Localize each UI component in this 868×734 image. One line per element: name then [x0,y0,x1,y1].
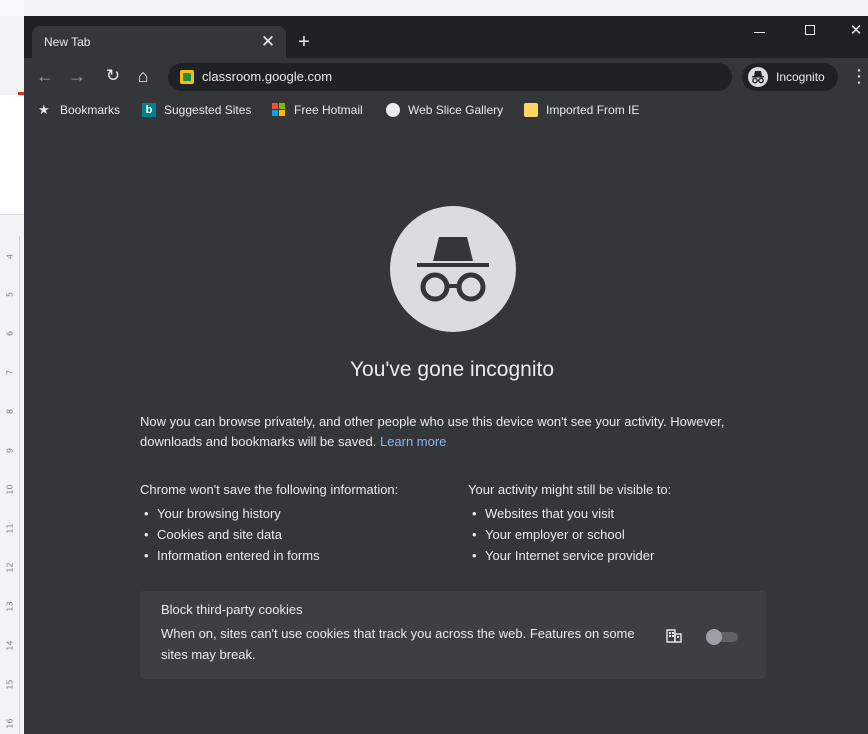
ruler-tick: 14 [5,640,15,651]
ruler-tick: 15 [5,679,15,690]
minimize-button[interactable] [738,16,782,46]
globe-icon [386,103,400,117]
url-text[interactable]: classroom.google.com [202,69,332,84]
background-document: 4 5 6 7 8 9 10 11 12 13 14 15 16 [0,0,24,734]
list-item: Cookies and site data [140,524,398,545]
cookies-title: Block third-party cookies [161,602,303,617]
toolbar: ← → ↻ ⌂ classroom.google.com Incognito ⋮ [24,58,868,96]
ruler-tick: 16 [5,718,15,729]
list-item: Your Internet service provider [468,545,671,566]
not-saved-list: Your browsing history Cookies and site d… [140,503,398,566]
bookmark-label: Suggested Sites [164,103,252,117]
still-visible-title: Your activity might still be visible to: [468,482,672,497]
more-menu-button[interactable]: ⋮ [850,63,868,89]
background-app-area [24,0,868,16]
block-cookies-toggle[interactable] [706,629,740,645]
incognito-profile-button[interactable]: Incognito [742,63,838,91]
ruler-tick: 12 [5,562,15,573]
ruler-tick: 10 [5,484,15,495]
list-item: Your employer or school [468,524,671,545]
folder-icon [524,103,538,117]
title-bar: New Tab ✕ + ✕ [24,16,868,58]
page-title: You've gone incognito [349,358,555,381]
not-saved-title: Chrome won't save the following informat… [140,482,399,497]
address-bar[interactable]: classroom.google.com [168,63,732,91]
ruler-tick: 11 [5,523,15,534]
list-item: Information entered in forms [140,545,398,566]
enterprise-managed-icon [666,629,682,643]
ruler-tick: 13 [5,601,15,612]
reload-button[interactable]: ↻ [100,63,126,89]
minimize-icon [754,32,765,33]
back-button[interactable]: ← [32,63,58,89]
still-visible-section: Your activity might still be visible to:… [468,480,671,566]
browser-window: New Tab ✕ + ✕ ← → ↻ ⌂ classroom.google.c… [24,16,868,734]
star-icon: ★ [38,102,50,117]
home-button[interactable]: ⌂ [130,63,156,89]
cookies-description: When on, sites can't use cookies that tr… [161,626,635,662]
bookmark-label: Bookmarks [60,103,121,117]
still-visible-list: Websites that you visit Your employer or… [468,503,671,566]
vertical-ruler: 4 5 6 7 8 9 10 11 12 13 14 15 16 [0,236,20,734]
tab-new-tab[interactable]: New Tab ✕ [32,26,286,58]
microsoft-icon [272,103,286,117]
ruler-tick: 8 [5,408,15,415]
new-tab-button[interactable]: + [292,30,316,54]
maximize-button[interactable] [788,16,832,46]
bookmark-bookmarks[interactable]: ★ Bookmarks [38,100,128,120]
bookmark-imported-from-ie[interactable]: Imported From IE [524,100,648,120]
not-saved-section: Chrome won't save the following informat… [140,480,398,566]
bookmark-free-hotmail[interactable]: Free Hotmail [272,100,372,120]
tab-close-icon[interactable]: ✕ [258,32,278,52]
incognito-label: Incognito [776,70,825,84]
incognito-page: You've gone incognito Now you can browse… [24,124,868,734]
classroom-site-icon [180,70,194,84]
ruler-tick: 7 [5,369,15,376]
learn-more-link[interactable]: Learn more [380,434,446,449]
bookmark-label: Free Hotmail [294,103,363,117]
third-party-cookies-card: Block third-party cookies When on, sites… [140,591,766,679]
background-page [0,95,24,215]
bookmark-web-slice-gallery[interactable]: Web Slice Gallery [386,100,510,120]
ruler-tick: 9 [5,447,15,454]
list-item: Websites that you visit [468,503,671,524]
list-item: Your browsing history [140,503,398,524]
tab-title: New Tab [44,35,91,49]
background-toolbar [0,0,24,16]
forward-button[interactable]: → [64,63,90,89]
window-close-button[interactable]: ✕ [834,16,868,46]
intro-text: Now you can browse privately, and other … [140,412,760,452]
bing-icon: b [142,103,156,117]
toggle-knob [706,629,722,645]
bookmark-suggested-sites[interactable]: b Suggested Sites [142,100,258,120]
incognito-icon [748,67,768,87]
bookmarks-bar: ★ Bookmarks b Suggested Sites Free Hotma… [24,96,868,124]
maximize-icon [805,25,815,35]
bookmark-label: Web Slice Gallery [408,103,504,117]
ruler-tick: 6 [5,330,15,337]
ruler-tick: 5 [5,291,15,298]
ruler-tick: 4 [5,253,15,260]
incognito-hero-icon [390,206,516,332]
bookmark-label: Imported From IE [546,103,640,117]
